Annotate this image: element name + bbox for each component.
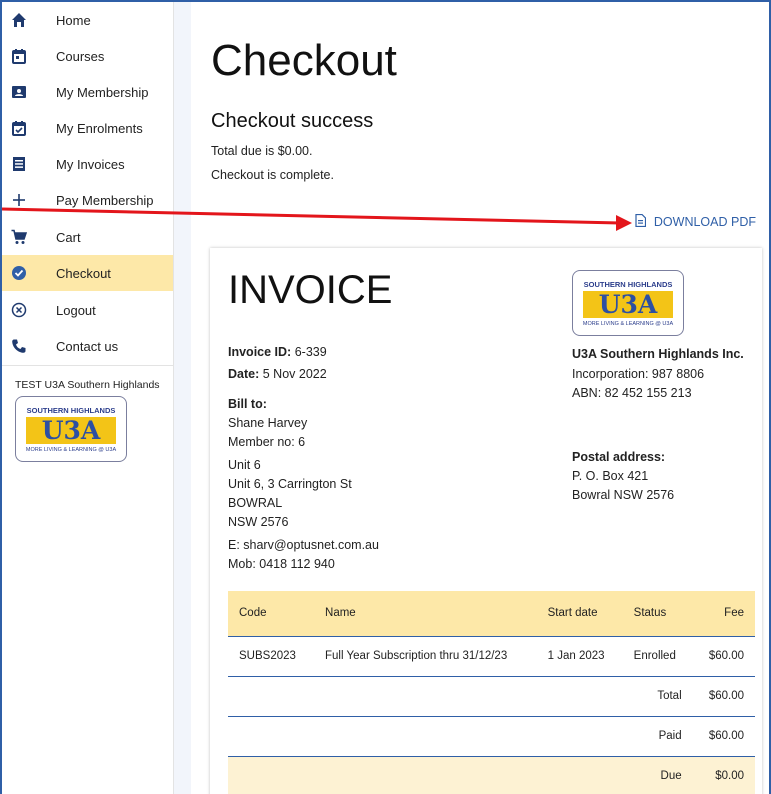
sidebar-item-courses[interactable]: Courses: [2, 38, 173, 74]
close-circle-icon: [11, 302, 27, 318]
id-card-icon: [11, 84, 27, 100]
sidebar-item-logout[interactable]: Logout: [2, 292, 173, 328]
sidebar-item-pay-membership[interactable]: Pay Membership: [2, 182, 173, 218]
paid-row: Paid $60.00: [228, 716, 755, 756]
sidebar-item-cart[interactable]: Cart: [2, 219, 173, 255]
sidebar-item-label: Checkout: [56, 265, 111, 281]
checkout-status-heading: Checkout success: [211, 110, 374, 132]
organisation-name: TEST U3A Southern Highlands: [15, 379, 160, 391]
check-circle-icon: [11, 265, 27, 281]
sidebar: Home Courses My Membership My Enrolments…: [2, 2, 174, 794]
column-header: Status: [633, 607, 667, 620]
total-label: Total: [657, 690, 682, 702]
column-header: Start date: [547, 607, 598, 620]
main-content: Checkout Checkout success Total due is $…: [191, 2, 769, 794]
bill-to-name: Shane Harvey: [228, 416, 308, 430]
total-value: $60.00: [708, 690, 744, 702]
sidebar-item-checkout[interactable]: Checkout: [2, 255, 173, 291]
cell-code: SUBS2023: [239, 650, 296, 662]
invoice-date: Date: 5 Nov 2022: [228, 367, 327, 381]
sidebar-divider: [2, 365, 173, 366]
u3a-logo: SOUTHERN HIGHLANDS U3A MORE LIVING & LEA…: [572, 270, 684, 336]
checkout-complete-text: Checkout is complete.: [211, 168, 334, 182]
address-line: NSW 2576: [228, 515, 289, 529]
download-pdf-label: DOWNLOAD PDF: [653, 215, 756, 229]
table-header-row: Code Name Start date Status Fee: [228, 591, 755, 636]
content-gutter: [174, 2, 191, 794]
sidebar-item-label: Home: [56, 12, 91, 28]
phone-icon: [11, 338, 27, 354]
postal-address-label: Postal address:: [572, 450, 666, 464]
calendar-check-icon: [11, 120, 27, 136]
cart-icon: [11, 229, 27, 245]
sidebar-item-label: Contact us: [56, 338, 119, 354]
cell-fee: $60.00: [708, 650, 744, 662]
bill-to-label: Bill to:: [228, 397, 267, 411]
address-line: Unit 6, 3 Carrington St: [228, 477, 352, 491]
receipt-icon: [11, 156, 27, 172]
invoice-title: INVOICE: [228, 268, 393, 312]
sidebar-item-label: My Membership: [56, 84, 149, 100]
paid-label: Paid: [658, 730, 682, 742]
sidebar-item-label: My Enrolments: [56, 120, 143, 136]
sidebar-item-my-enrolments[interactable]: My Enrolments: [2, 110, 173, 146]
cell-start-date: 1 Jan 2023: [547, 650, 605, 662]
address-line: BOWRAL: [228, 496, 283, 510]
cell-name: Full Year Subscription thru 31/12/23: [325, 650, 508, 662]
abn-number: ABN: 82 452 155 213: [572, 386, 692, 400]
home-icon: [11, 12, 27, 28]
address-line: Unit 6: [228, 458, 261, 472]
email-text: E: sharv@optusnet.com.au: [228, 538, 379, 552]
mobile-text: Mob: 0418 112 940: [228, 557, 335, 571]
sidebar-item-contact-us[interactable]: Contact us: [2, 328, 173, 364]
due-value: $0.00: [692, 756, 755, 794]
sidebar-item-label: Courses: [56, 48, 105, 64]
calendar-icon: [11, 48, 27, 64]
sidebar-item-my-membership[interactable]: My Membership: [2, 74, 173, 110]
app-window: Home Courses My Membership My Enrolments…: [0, 0, 771, 794]
sidebar-item-label: Logout: [56, 302, 96, 318]
paid-value: $60.00: [708, 730, 744, 742]
due-label: Due: [228, 756, 693, 794]
total-row: Total $60.00: [228, 676, 755, 716]
plus-icon: [11, 192, 27, 208]
u3a-logo: SOUTHERN HIGHLANDS U3A MORE LIVING & LEA…: [15, 396, 127, 462]
download-pdf-button[interactable]: DOWNLOAD PDF: [635, 213, 756, 230]
table-row: SUBS2023 Full Year Subscription thru 31/…: [228, 636, 755, 676]
incorporation-number: Incorporation: 987 8806: [572, 367, 705, 381]
document-icon: [635, 213, 647, 230]
invoice-items-table: Code Name Start date Status Fee SUBS2023…: [228, 591, 755, 794]
due-row: Due $0.00: [228, 756, 755, 794]
sidebar-item-home[interactable]: Home: [2, 2, 173, 38]
sidebar-item-label: Pay Membership: [56, 192, 154, 208]
postal-address-line: P. O. Box 421: [572, 469, 649, 483]
column-header: Name: [325, 607, 356, 620]
postal-address-line: Bowral NSW 2576: [572, 488, 675, 502]
total-due-text: Total due is $0.00.: [211, 144, 313, 158]
cell-status: Enrolled: [633, 650, 676, 662]
member-number: Member no: 6: [228, 435, 306, 449]
column-header: Code: [239, 607, 267, 620]
invoice-card: INVOICE SOUTHERN HIGHLANDS U3A MORE LIVI…: [210, 248, 762, 794]
invoice-id: Invoice ID: 6-339: [228, 345, 327, 359]
sidebar-item-label: Cart: [56, 229, 81, 245]
sidebar-item-my-invoices[interactable]: My Invoices: [2, 146, 173, 182]
sidebar-item-label: My Invoices: [56, 156, 125, 172]
column-header: Fee: [724, 607, 744, 620]
page-title: Checkout: [211, 36, 397, 85]
org-legal-name: U3A Southern Highlands Inc.: [572, 347, 744, 361]
